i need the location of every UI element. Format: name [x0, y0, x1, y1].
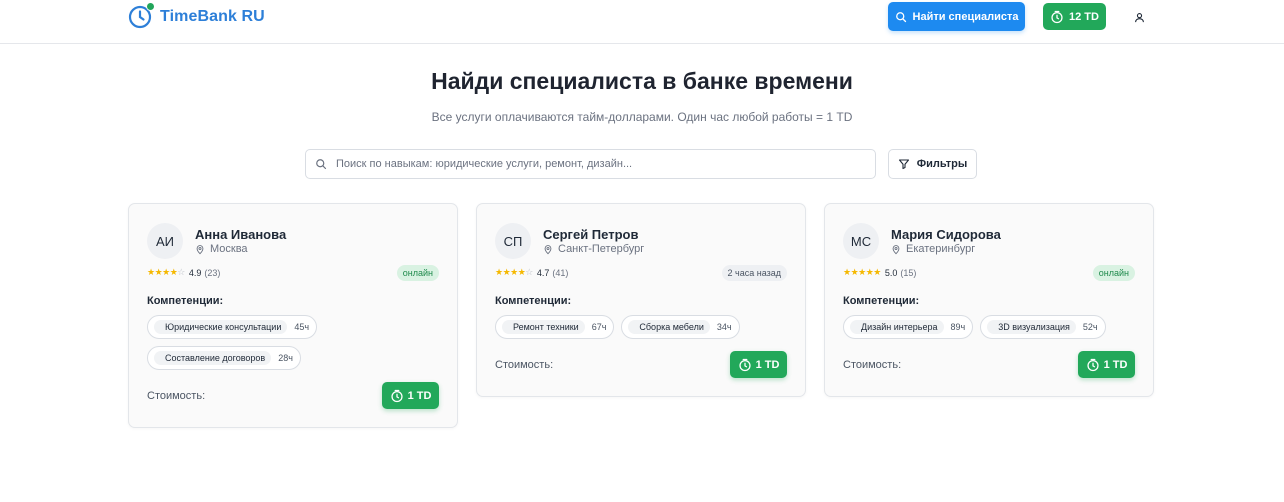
star-rating-icon: ★★★★☆ [147, 267, 185, 277]
filter-icon [898, 159, 909, 170]
competencies-label: Компетенции: [843, 295, 920, 307]
specialist-card[interactable]: СП Сергей Петров Санкт-Петербург ★★★★☆ 4… [476, 203, 806, 397]
skill-list: Юридические консультации 45ч Составление д… [147, 315, 447, 370]
star-rating-icon: ★★★★☆ [495, 267, 533, 277]
specialist-name[interactable]: Анна Иванова [195, 227, 286, 242]
location-text: Екатеринбург [906, 243, 976, 255]
skill-name: Дизайн интерьера [850, 320, 944, 334]
rating: ★★★★☆ 4.9 (23) [147, 267, 220, 278]
skill-list: Ремонт техники 67ч Сборка мебели 34ч [495, 315, 795, 339]
skill-name: 3D визуализация [987, 320, 1076, 334]
brand-name: TimeBank RU [160, 8, 265, 25]
status-badge: 2 часа назад [721, 265, 787, 281]
filters-label: Фильтры [916, 158, 968, 170]
skill-hours: 67ч [591, 322, 607, 332]
skill-chip[interactable]: Составление договоров 28ч [147, 346, 301, 370]
skill-hours: 34ч [716, 322, 732, 332]
price-label: Стоимость: [147, 390, 206, 402]
specialist-card[interactable]: МС Мария Сидорова Екатеринбург ★★★★★ 5.0… [824, 203, 1154, 397]
specialist-location: Санкт-Петербург [543, 243, 644, 255]
rating-value: 4.7 [536, 267, 550, 278]
specialist-card[interactable]: АИ Анна Иванова Москва ★★★★☆ 4.9 (23) он… [128, 203, 458, 428]
rating: ★★★★☆ 4.7 (41) [495, 267, 568, 278]
price-value: 1 TD [755, 358, 780, 371]
book-price-button[interactable]: 1 TD [1078, 351, 1135, 378]
avatar: МС [843, 223, 879, 259]
review-count: (15) [900, 267, 917, 278]
location-text: Москва [210, 243, 248, 255]
filters-button[interactable]: Фильтры [888, 149, 977, 179]
price-label: Стоимость: [495, 359, 554, 371]
competencies-label: Компетенции: [147, 295, 224, 307]
location-text: Санкт-Петербург [558, 243, 645, 255]
status-badge: онлайн [1092, 265, 1135, 281]
page-title: Найди специалиста в банке времени [431, 68, 853, 94]
search-icon [895, 11, 906, 22]
skill-hours: 45ч [294, 322, 310, 332]
price-value: 1 TD [407, 389, 432, 402]
specialist-name[interactable]: Мария Сидорова [891, 227, 1001, 242]
review-count: (23) [204, 267, 221, 278]
timer-icon [738, 358, 751, 371]
review-count: (41) [552, 267, 569, 278]
skill-hours: 28ч [278, 353, 293, 363]
map-pin-icon [544, 244, 552, 254]
skill-name: Сборка мебели [628, 320, 710, 334]
skill-hours: 89ч [950, 322, 966, 332]
rating-value: 5.0 [884, 267, 898, 278]
search-box[interactable] [305, 149, 876, 179]
skill-name: Юридические консультации [154, 320, 288, 334]
skill-name: Ремонт техники [502, 320, 585, 334]
page-subtitle: Все услуги оплачиваются тайм-долларами. … [431, 110, 853, 124]
skill-chip[interactable]: Сборка мебели 34ч [621, 315, 740, 339]
map-pin-icon [196, 244, 204, 254]
specialist-name[interactable]: Сергей Петров [543, 227, 638, 242]
search-icon [316, 159, 327, 170]
status-badge: онлайн [396, 265, 439, 281]
timer-icon [1086, 358, 1099, 371]
find-specialist-label: Найти специалиста [912, 10, 1019, 23]
top-header: TimeBank RU Найти специалиста 12 TD [0, 0, 1284, 44]
skill-list: Дизайн интерьера 89ч 3D визуализация 52ч [843, 315, 1143, 339]
specialist-location: Екатеринбург [891, 243, 975, 255]
book-price-button[interactable]: 1 TD [382, 382, 439, 409]
price-label: Стоимость: [843, 359, 902, 371]
balance-badge[interactable]: 12 TD [1043, 3, 1106, 30]
competencies-label: Компетенции: [495, 295, 572, 307]
price-value: 1 TD [1103, 358, 1128, 371]
clock-icon [128, 2, 155, 29]
balance-value: 12 TD [1069, 10, 1099, 23]
skill-chip[interactable]: Ремонт техники 67ч [495, 315, 615, 339]
star-rating-icon: ★★★★★ [843, 267, 881, 277]
skill-chip[interactable]: Юридические консультации 45ч [147, 315, 318, 339]
skill-chip[interactable]: 3D визуализация 52ч [980, 315, 1106, 339]
status-dot [146, 2, 155, 11]
specialist-location: Москва [195, 243, 248, 255]
user-menu-button[interactable] [1130, 8, 1148, 26]
skill-name: Составление договоров [154, 351, 272, 365]
brand-logo[interactable]: TimeBank RU [128, 2, 265, 30]
avatar: СП [495, 223, 531, 259]
user-icon [1134, 12, 1144, 22]
timer-icon [1051, 10, 1063, 23]
skill-hours: 52ч [1082, 322, 1098, 332]
timer-icon [390, 389, 403, 402]
skill-chip[interactable]: Дизайн интерьера 89ч [843, 315, 974, 339]
avatar: АИ [147, 223, 183, 259]
find-specialist-button[interactable]: Найти специалиста [888, 2, 1025, 31]
map-pin-icon [892, 244, 900, 254]
rating-value: 4.9 [188, 267, 202, 278]
rating: ★★★★★ 5.0 (15) [843, 267, 916, 278]
book-price-button[interactable]: 1 TD [730, 351, 787, 378]
search-input[interactable] [336, 158, 856, 170]
